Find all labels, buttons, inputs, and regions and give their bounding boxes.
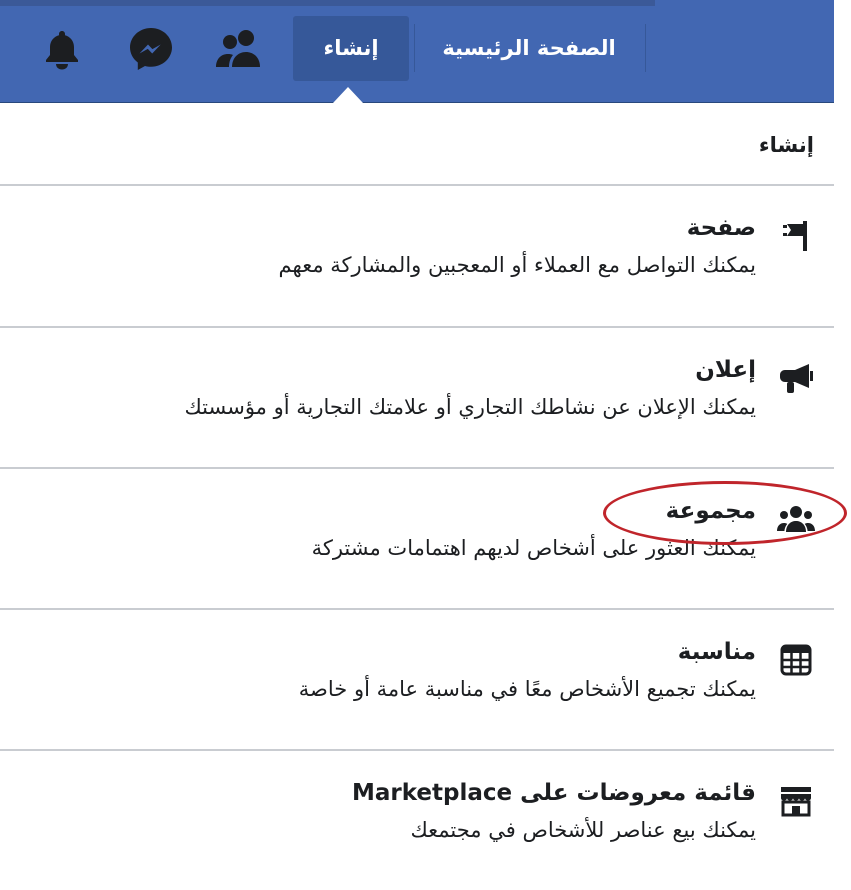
- create-menu-panel: إنشاء صفحة يمكنك التواصل مع العملاء أو ا…: [0, 103, 834, 879]
- messenger-icon[interactable]: [121, 20, 181, 78]
- create-event-item[interactable]: مناسبة يمكنك تجميع الأشخاص معًا في مناسب…: [0, 611, 834, 749]
- nav-divider: [645, 24, 646, 72]
- top-strip: [0, 0, 655, 6]
- divider: [0, 608, 834, 610]
- megaphone-icon: [776, 362, 816, 394]
- group-icon: [776, 503, 816, 535]
- item-description: يمكنك التواصل مع العملاء أو المعجبين وال…: [278, 253, 756, 277]
- item-title: إعلان: [695, 357, 756, 383]
- item-title: صفحة: [686, 215, 756, 241]
- flag-icon: [776, 220, 816, 252]
- edge-gap: [834, 0, 851, 102]
- item-description: يمكنك بيع عناصر للأشخاص في مجتمعك: [410, 818, 756, 842]
- friends-icon[interactable]: [209, 20, 269, 78]
- nav-divider: [414, 24, 415, 72]
- calendar-icon: [776, 644, 816, 676]
- panel-title: إنشاء: [758, 133, 814, 157]
- item-description: يمكنك تجميع الأشخاص معًا في مناسبة عامة …: [298, 677, 756, 701]
- item-title: مجموعة: [665, 498, 756, 524]
- item-description: يمكنك العثور على أشخاص لديهم اهتمامات مش…: [311, 536, 756, 560]
- divider: [0, 749, 834, 751]
- dropdown-caret: [333, 87, 363, 103]
- divider: [0, 467, 834, 469]
- item-title: قائمة معروضات على Marketplace: [351, 780, 756, 806]
- create-marketplace-listing-item[interactable]: قائمة معروضات على Marketplace يمكنك بيع …: [0, 752, 834, 890]
- create-ad-item[interactable]: إعلان يمكنك الإعلان عن نشاطك التجاري أو …: [0, 329, 834, 467]
- divider: [0, 326, 834, 328]
- top-navigation-bar: إنشاء الصفحة الرئيسية: [0, 0, 834, 103]
- create-group-item[interactable]: مجموعة يمكنك العثور على أشخاص لديهم اهتم…: [0, 470, 834, 608]
- notifications-icon[interactable]: [32, 20, 92, 78]
- home-link[interactable]: الصفحة الرئيسية: [420, 18, 638, 78]
- create-tab[interactable]: إنشاء: [293, 16, 409, 81]
- shop-icon: [776, 785, 816, 817]
- item-title: مناسبة: [677, 639, 756, 665]
- create-page-item[interactable]: صفحة يمكنك التواصل مع العملاء أو المعجبي…: [0, 187, 834, 325]
- item-description: يمكنك الإعلان عن نشاطك التجاري أو علامتك…: [184, 395, 756, 419]
- divider: [0, 184, 834, 186]
